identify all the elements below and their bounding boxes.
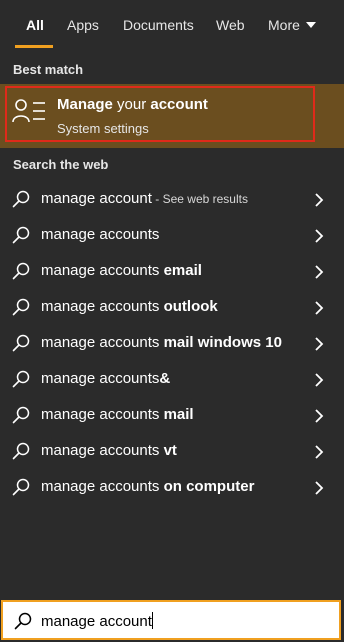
best-match-highlight xyxy=(5,86,315,142)
best-match-title-bold-1: Manage xyxy=(57,96,113,113)
suggestion-completion: mail windows 10 xyxy=(163,334,282,351)
web-suggestion-text: manage accounts mail xyxy=(41,406,194,423)
web-suggestion-text: manage accounts email xyxy=(41,262,202,279)
tab-apps[interactable]: Apps xyxy=(67,17,99,33)
web-suggestion-row[interactable]: manage accounts xyxy=(0,217,344,253)
web-suggestion-row[interactable]: manage accounts mail windows 10 xyxy=(0,325,344,361)
search-input-value: manage account xyxy=(41,613,152,630)
search-icon xyxy=(12,442,30,460)
account-settings-icon xyxy=(12,99,45,123)
suggestion-prefix: manage account xyxy=(41,190,152,207)
tab-documents[interactable]: Documents xyxy=(123,17,194,33)
web-suggestion-row[interactable]: manage accounts vt xyxy=(0,433,344,469)
suggestion-prefix: manage accounts xyxy=(41,226,160,243)
chevron-right-icon[interactable] xyxy=(314,193,324,207)
suggestion-prefix: manage accounts xyxy=(41,442,164,459)
best-match-subtitle: System settings xyxy=(57,121,149,136)
active-tab-indicator xyxy=(15,45,53,48)
best-match-title: Manage your account xyxy=(57,96,208,113)
search-icon xyxy=(14,612,32,630)
search-web-heading: Search the web xyxy=(13,157,109,172)
suggestion-hint: - See web results xyxy=(151,192,248,206)
web-suggestion-row[interactable]: manage accounts on computer xyxy=(0,469,344,505)
chevron-right-icon[interactable] xyxy=(314,409,324,423)
chevron-right-icon[interactable] xyxy=(314,445,324,459)
text-cursor xyxy=(151,612,153,629)
chevron-right-icon[interactable] xyxy=(314,481,324,495)
suggestion-completion: & xyxy=(159,370,171,387)
search-icon xyxy=(12,370,30,388)
suggestion-completion: on computer xyxy=(163,478,255,495)
web-suggestion-row[interactable]: manage accounts mail xyxy=(0,397,344,433)
suggestion-completion: email xyxy=(163,262,202,279)
best-match-title-bold-2: account xyxy=(150,96,208,113)
start-search-panel: All Apps Documents Web More Best match M… xyxy=(0,0,344,642)
tab-all[interactable]: All xyxy=(26,17,44,33)
suggestion-prefix: manage accounts xyxy=(41,478,164,495)
web-suggestion-text: manage accounts mail windows 10 xyxy=(41,334,282,351)
chevron-right-icon[interactable] xyxy=(314,229,324,243)
best-match-heading: Best match xyxy=(13,62,84,77)
tab-web[interactable]: Web xyxy=(216,17,245,33)
web-suggestion-text: manage accounts xyxy=(41,226,159,243)
search-icon xyxy=(12,262,30,280)
search-icon xyxy=(12,478,30,496)
search-icon xyxy=(12,334,30,352)
suggestion-prefix: manage accounts xyxy=(41,370,160,387)
web-suggestion-text: manage accounts vt xyxy=(41,442,177,459)
suggestion-completion: outlook xyxy=(163,298,218,315)
search-icon xyxy=(12,298,30,316)
search-input[interactable]: manage account xyxy=(41,612,153,630)
suggestion-prefix: manage accounts xyxy=(41,262,164,279)
web-suggestion-text: manage accounts outlook xyxy=(41,298,218,315)
chevron-right-icon[interactable] xyxy=(314,373,324,387)
web-suggestion-row[interactable]: manage accounts& xyxy=(0,361,344,397)
suggestion-completion: vt xyxy=(163,442,177,459)
caret-down-icon xyxy=(305,22,316,28)
web-suggestion-text: manage accounts& xyxy=(41,370,170,387)
web-suggestion-text: manage accounts on computer xyxy=(41,478,254,495)
tab-more-label: More xyxy=(268,17,300,33)
search-icon xyxy=(12,190,30,208)
filter-tabs: All Apps Documents Web More xyxy=(0,0,344,52)
web-suggestion-text: manage account - See web results xyxy=(41,190,248,207)
suggestion-prefix: manage accounts xyxy=(41,406,164,423)
chevron-right-icon[interactable] xyxy=(314,265,324,279)
web-suggestion-row[interactable]: manage account - See web results xyxy=(0,181,344,217)
suggestion-prefix: manage accounts xyxy=(41,298,164,315)
web-suggestion-row[interactable]: manage accounts outlook xyxy=(0,289,344,325)
best-match-title-normal: your xyxy=(112,96,151,113)
tab-more[interactable]: More xyxy=(268,17,316,33)
suggestion-prefix: manage accounts xyxy=(41,334,164,351)
chevron-right-icon[interactable] xyxy=(314,337,324,351)
search-box[interactable]: manage account xyxy=(1,600,341,640)
search-icon xyxy=(12,226,30,244)
suggestion-completion: mail xyxy=(163,406,194,423)
web-suggestion-row[interactable]: manage accounts email xyxy=(0,253,344,289)
chevron-right-icon[interactable] xyxy=(314,301,324,315)
search-icon xyxy=(12,406,30,424)
